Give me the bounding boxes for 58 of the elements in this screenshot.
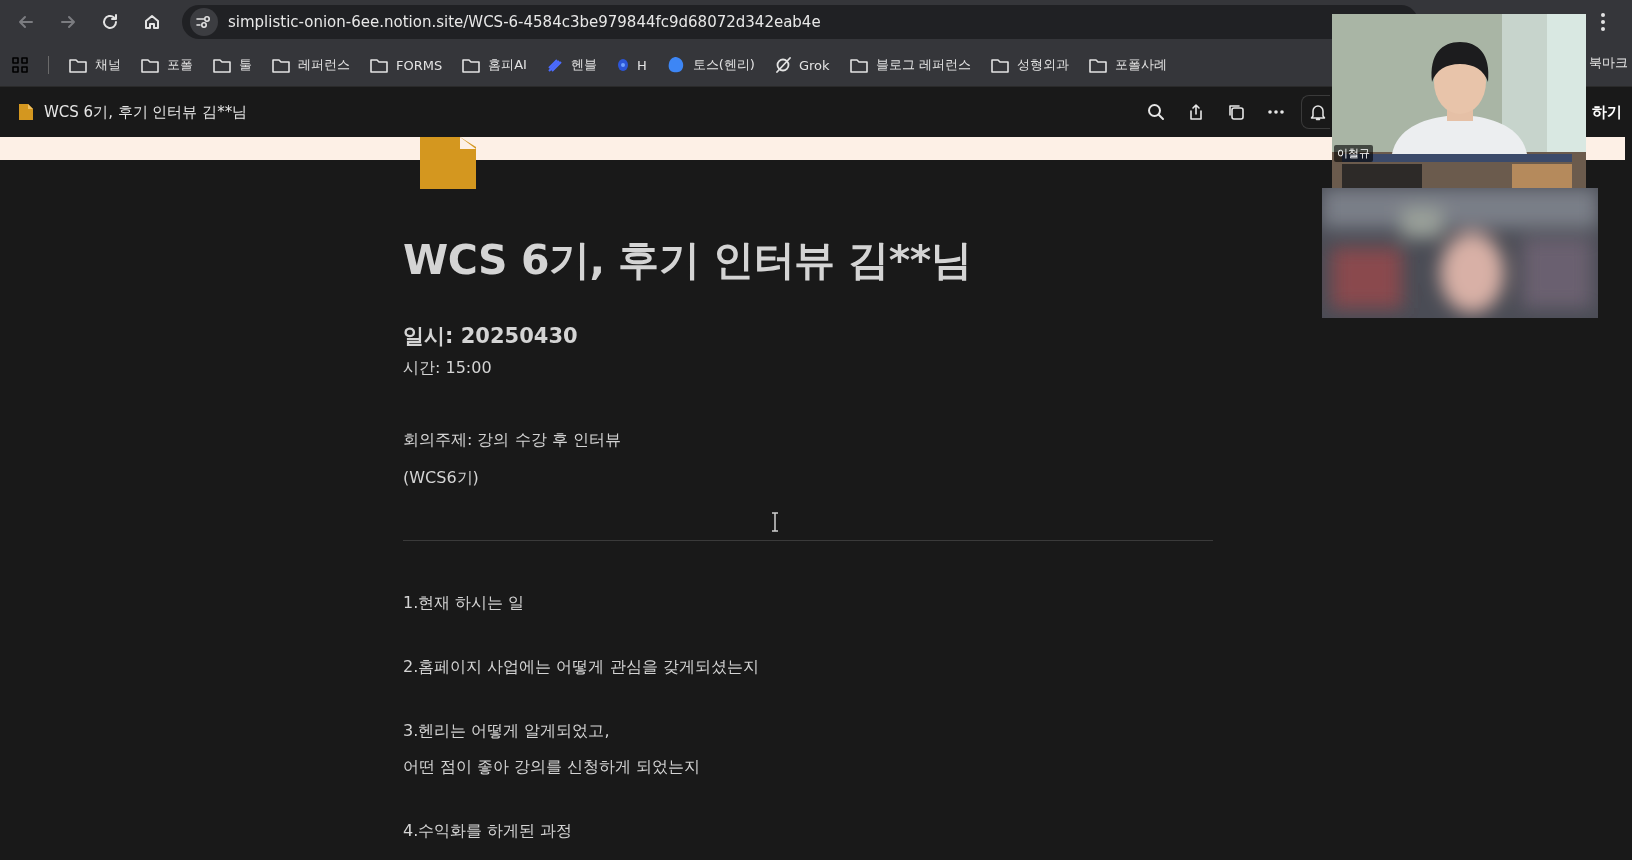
bookmark[interactable]: 포폴 [141, 56, 193, 74]
page-heading: WCS 6기, 후기 인터뷰 김**님 [403, 235, 972, 286]
bookmark[interactable]: 블로그 레퍼런스 [849, 56, 971, 74]
share-label-button[interactable]: 하기 [1592, 102, 1622, 122]
site-settings-button[interactable] [190, 8, 218, 36]
bookmark[interactable]: 레퍼런스 [272, 56, 350, 74]
folder-icon [1088, 57, 1107, 73]
topic-text: 회의주제: 강의 수강 후 인터뷰 [403, 429, 621, 451]
time-text: 시간: 15:00 [403, 357, 492, 379]
question-text: 3.헨리는 어떻게 알게되었고, [403, 720, 610, 742]
bookmark[interactable]: 헨블 [546, 56, 597, 74]
sliders-icon [196, 15, 212, 29]
text-cursor-icon [770, 512, 780, 532]
folder-icon [462, 57, 481, 73]
folder-icon [370, 57, 388, 73]
bell-icon [1310, 103, 1326, 121]
bookmark[interactable]: 포폴사례 [1088, 56, 1167, 74]
folder-icon [272, 57, 290, 73]
folder-icon [849, 57, 868, 73]
slashed-circle-icon [774, 57, 791, 73]
question-text: 4.수익화를 하게된 과정 [403, 820, 573, 842]
folder-icon [213, 57, 231, 73]
bookmark[interactable]: 홈피AI [462, 56, 527, 74]
question-text: 1.현재 하시는 일 [403, 592, 525, 614]
address-bar[interactable]: simplistic-onion-6ee.notion.site/WCS-6-4584c3be979844fc9d68072d342eab4e [182, 5, 1418, 39]
folder-icon [141, 57, 159, 73]
folder-icon [990, 57, 1009, 73]
sphere-icon [616, 58, 629, 72]
search-icon [1147, 103, 1165, 121]
bookmark[interactable]: 툴 [213, 56, 252, 74]
question-text: 2.홈페이지 사업에는 어떻게 관심을 갖게되셨는지 [403, 656, 759, 678]
more-icon[interactable] [1600, 12, 1606, 32]
bookmark[interactable]: 토스(헨리) [666, 56, 755, 74]
blob-icon [666, 56, 685, 74]
upload-icon [1188, 103, 1204, 121]
bookmark[interactable]: Grok [774, 57, 830, 73]
notification-button[interactable] [1301, 95, 1330, 129]
url-text: simplistic-onion-6ee.notion.site/WCS-6-4584c3be979844fc9d68072d342eab4e [228, 13, 821, 31]
bookmark[interactable]: H [616, 57, 647, 73]
participant-name: 이철규 [1334, 145, 1373, 162]
more-icon [1267, 109, 1285, 115]
date-text: 일시: 20250430 [403, 323, 578, 350]
page-icon [18, 103, 34, 121]
page-icon [420, 137, 476, 189]
bookmark[interactable]: FORMS [370, 57, 443, 73]
page-title[interactable]: WCS 6기, 후기 인터뷰 김**님 [44, 102, 248, 122]
home-icon [143, 13, 161, 31]
left-arrow-icon [17, 13, 35, 31]
bookmark[interactable]: 성형외과 [990, 56, 1069, 74]
reload-icon [101, 13, 119, 31]
right-arrow-icon [59, 13, 77, 31]
bookmark[interactable]: 채널 [69, 56, 121, 74]
bookmarks-label[interactable]: 북마크 [1589, 54, 1628, 72]
pen-icon [546, 57, 563, 73]
copy-icon [1227, 103, 1245, 121]
question-text: 어떤 점이 좋아 강의를 신청하게 되었는지 [403, 756, 701, 778]
cohort-text: (WCS6기) [403, 467, 479, 489]
folder-icon [69, 57, 87, 73]
